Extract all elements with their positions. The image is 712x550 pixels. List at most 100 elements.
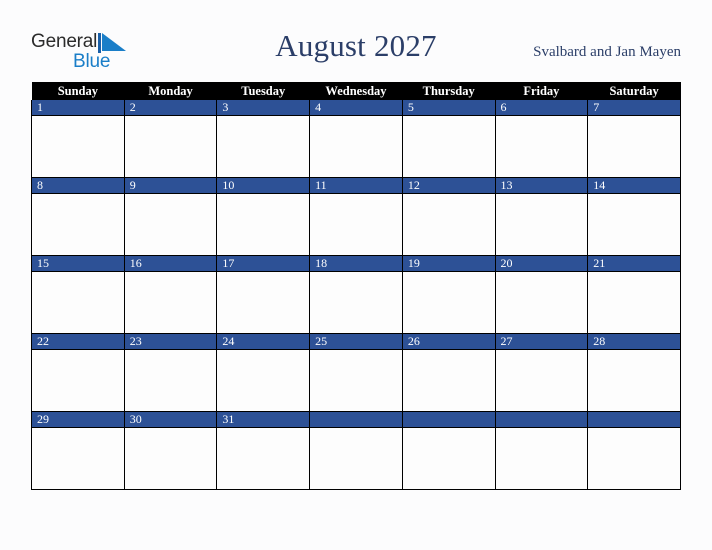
- calendar-day-cell[interactable]: 7: [587, 100, 681, 178]
- day-note[interactable]: [125, 194, 217, 254]
- day-note[interactable]: [125, 350, 217, 410]
- calendar-day-cell[interactable]: 9: [123, 177, 218, 256]
- day-note[interactable]: [310, 116, 402, 176]
- day-number: 8: [32, 178, 124, 194]
- day-note[interactable]: [125, 272, 217, 332]
- day-note[interactable]: [403, 350, 495, 410]
- day-number: 3: [217, 100, 310, 116]
- day-note[interactable]: [496, 272, 588, 332]
- weekday-header-saturday: Saturday: [587, 82, 681, 100]
- calendar-day-cell[interactable]: 5: [401, 100, 496, 178]
- calendar-day-cell[interactable]: 23: [123, 333, 218, 412]
- day-note[interactable]: [588, 350, 680, 410]
- day-number: 10: [217, 178, 310, 194]
- day-note[interactable]: [217, 116, 309, 176]
- calendar-day-cell[interactable]: 1: [31, 100, 125, 178]
- day-number: 13: [495, 178, 588, 194]
- day-note[interactable]: [217, 272, 309, 332]
- day-note[interactable]: [588, 116, 680, 176]
- day-note[interactable]: [32, 428, 124, 488]
- day-note[interactable]: [588, 428, 680, 488]
- calendar-day-cell[interactable]: 29: [31, 411, 125, 490]
- calendar-day-cell[interactable]: 28: [587, 333, 681, 412]
- calendar-day-cell[interactable]: 21: [587, 255, 681, 334]
- day-number: 26: [402, 334, 495, 350]
- day-note[interactable]: [496, 194, 588, 254]
- calendar-day-cell[interactable]: 31: [216, 411, 311, 490]
- day-number: 4: [310, 100, 402, 116]
- calendar-day-cell-empty[interactable]: [401, 411, 496, 490]
- day-note[interactable]: [217, 428, 309, 488]
- day-note[interactable]: [588, 194, 680, 254]
- day-number: 9: [124, 178, 217, 194]
- day-note[interactable]: [403, 194, 495, 254]
- weekday-header-row: Sunday Monday Tuesday Wednesday Thursday…: [31, 82, 681, 100]
- weekday-header-wednesday: Wednesday: [309, 82, 403, 100]
- calendar-day-cell[interactable]: 24: [216, 333, 311, 412]
- day-note[interactable]: [32, 272, 124, 332]
- day-note[interactable]: [310, 272, 402, 332]
- day-note[interactable]: [310, 350, 402, 410]
- day-number: 2: [124, 100, 217, 116]
- day-note[interactable]: [32, 350, 124, 410]
- day-number: 1: [32, 100, 124, 116]
- day-note[interactable]: [125, 116, 217, 176]
- day-note[interactable]: [125, 428, 217, 488]
- day-note[interactable]: [217, 194, 309, 254]
- day-note[interactable]: [496, 116, 588, 176]
- calendar-day-cell[interactable]: 16: [123, 255, 218, 334]
- day-note[interactable]: [310, 194, 402, 254]
- calendar-day-cell[interactable]: 10: [216, 177, 311, 256]
- day-note[interactable]: [32, 116, 124, 176]
- day-number: 14: [588, 178, 680, 194]
- day-number: 15: [32, 256, 124, 272]
- calendar-day-cell[interactable]: 30: [123, 411, 218, 490]
- calendar-day-cell[interactable]: 26: [401, 333, 496, 412]
- calendar-day-cell[interactable]: 3: [216, 100, 311, 178]
- calendar-day-cell[interactable]: 12: [401, 177, 496, 256]
- calendar-day-cell[interactable]: 20: [494, 255, 589, 334]
- day-number: 29: [32, 412, 124, 428]
- day-note[interactable]: [403, 428, 495, 488]
- day-note[interactable]: [310, 428, 402, 488]
- calendar-day-cell[interactable]: 2: [123, 100, 218, 178]
- day-note[interactable]: [588, 272, 680, 332]
- day-note[interactable]: [496, 350, 588, 410]
- calendar-day-cell[interactable]: 14: [587, 177, 681, 256]
- calendar-day-cell[interactable]: 18: [309, 255, 403, 334]
- day-number: [588, 412, 680, 428]
- day-number: 22: [32, 334, 124, 350]
- calendar-day-cell[interactable]: 8: [31, 177, 125, 256]
- day-note[interactable]: [403, 116, 495, 176]
- calendar-day-cell[interactable]: 15: [31, 255, 125, 334]
- day-number: 6: [495, 100, 588, 116]
- calendar-day-cell[interactable]: 19: [401, 255, 496, 334]
- calendar-day-cell[interactable]: 22: [31, 333, 125, 412]
- day-note[interactable]: [217, 350, 309, 410]
- day-number: 5: [402, 100, 495, 116]
- day-note[interactable]: [403, 272, 495, 332]
- day-number: 28: [588, 334, 680, 350]
- day-number: 21: [588, 256, 680, 272]
- day-number: 12: [402, 178, 495, 194]
- calendar-day-cell-empty[interactable]: [587, 411, 681, 490]
- calendar-day-cell[interactable]: 11: [309, 177, 403, 256]
- calendar-day-cell[interactable]: 17: [216, 255, 311, 334]
- day-note[interactable]: [32, 194, 124, 254]
- weekday-header-thursday: Thursday: [402, 82, 496, 100]
- calendar-day-cell[interactable]: 27: [494, 333, 589, 412]
- calendar-day-cell-empty[interactable]: [309, 411, 403, 490]
- day-number: 30: [124, 412, 217, 428]
- calendar-grid: Sunday Monday Tuesday Wednesday Thursday…: [31, 82, 681, 490]
- weekday-header-sunday: Sunday: [31, 82, 125, 100]
- day-number: 17: [217, 256, 310, 272]
- calendar-day-cell[interactable]: 25: [309, 333, 403, 412]
- day-number: [310, 412, 402, 428]
- day-number: 25: [310, 334, 402, 350]
- calendar-day-cell[interactable]: 13: [494, 177, 589, 256]
- calendar-day-cell-empty[interactable]: [494, 411, 589, 490]
- calendar-day-cell[interactable]: 4: [309, 100, 403, 178]
- day-note[interactable]: [496, 428, 588, 488]
- weekday-header-tuesday: Tuesday: [216, 82, 310, 100]
- calendar-day-cell[interactable]: 6: [494, 100, 589, 178]
